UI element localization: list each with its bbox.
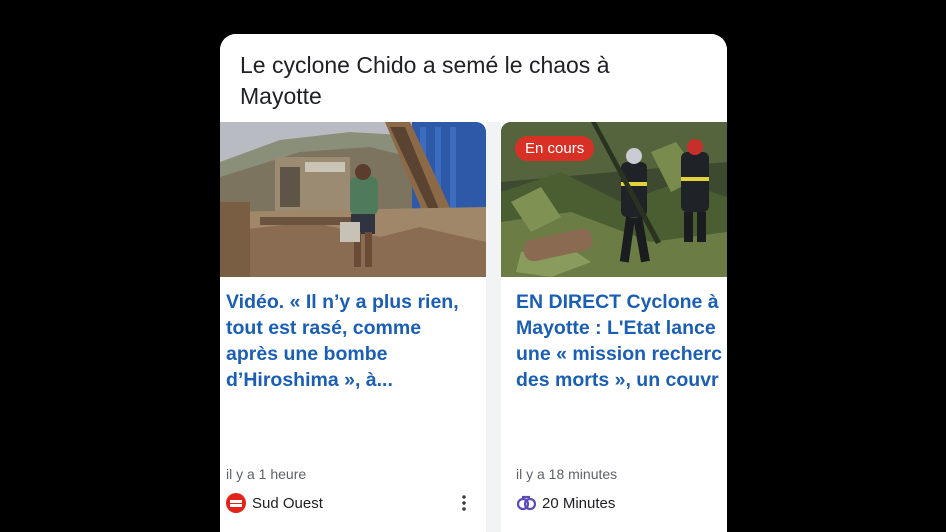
more-vertical-icon[interactable] — [458, 492, 470, 514]
article-thumbnail[interactable]: En cours — [501, 122, 727, 277]
headline-line[interactable]: d’Hiroshima », à... — [226, 369, 393, 391]
sud-ouest-logo-icon — [226, 493, 246, 513]
headline-line[interactable]: après une bombe — [226, 343, 387, 365]
headline-line[interactable]: Mayotte : L'Etat lance — [516, 317, 716, 339]
cluster-header: Le cyclone Chido a semé le chaos à Mayot… — [220, 34, 727, 122]
source-name[interactable]: 20 Minutes — [542, 495, 615, 512]
headline-line[interactable]: une « mission recherc — [516, 343, 722, 365]
article-source[interactable]: Sud Ouest — [226, 492, 323, 514]
headline-line[interactable]: tout est rasé, comme — [226, 317, 421, 339]
article-timestamp: il y a 1 heure — [226, 466, 307, 482]
headline-line[interactable]: des morts », un couvr — [516, 369, 719, 391]
live-badge: En cours — [515, 136, 595, 161]
headline-line[interactable]: EN DIRECT Cyclone à — [516, 291, 719, 313]
damaged-houses-photo — [220, 122, 486, 277]
article-source[interactable]: 20 Minutes — [516, 492, 615, 514]
news-cluster-panel: Le cyclone Chido a semé le chaos à Mayot… — [220, 34, 727, 532]
20-minutes-logo-icon — [516, 495, 536, 511]
article-card[interactable]: En cours EN DIRECT Cyclone à Mayotte : L… — [501, 122, 727, 532]
article-timestamp: il y a 18 minutes — [516, 466, 618, 482]
article-headline[interactable]: EN DIRECT Cyclone à Mayotte : L'Etat lan… — [516, 289, 727, 393]
article-card[interactable]: Vidéo. « Il n’y a plus rien, tout est ra… — [220, 122, 486, 532]
article-headline[interactable]: Vidéo. « Il n’y a plus rien, tout est ra… — [226, 289, 482, 393]
cluster-title: Le cyclone Chido a semé le chaos à Mayot… — [240, 52, 610, 109]
headline-line[interactable]: Vidéo. « Il n’y a plus rien, — [226, 291, 459, 313]
source-name[interactable]: Sud Ouest — [252, 495, 323, 512]
article-thumbnail[interactable] — [220, 122, 486, 277]
